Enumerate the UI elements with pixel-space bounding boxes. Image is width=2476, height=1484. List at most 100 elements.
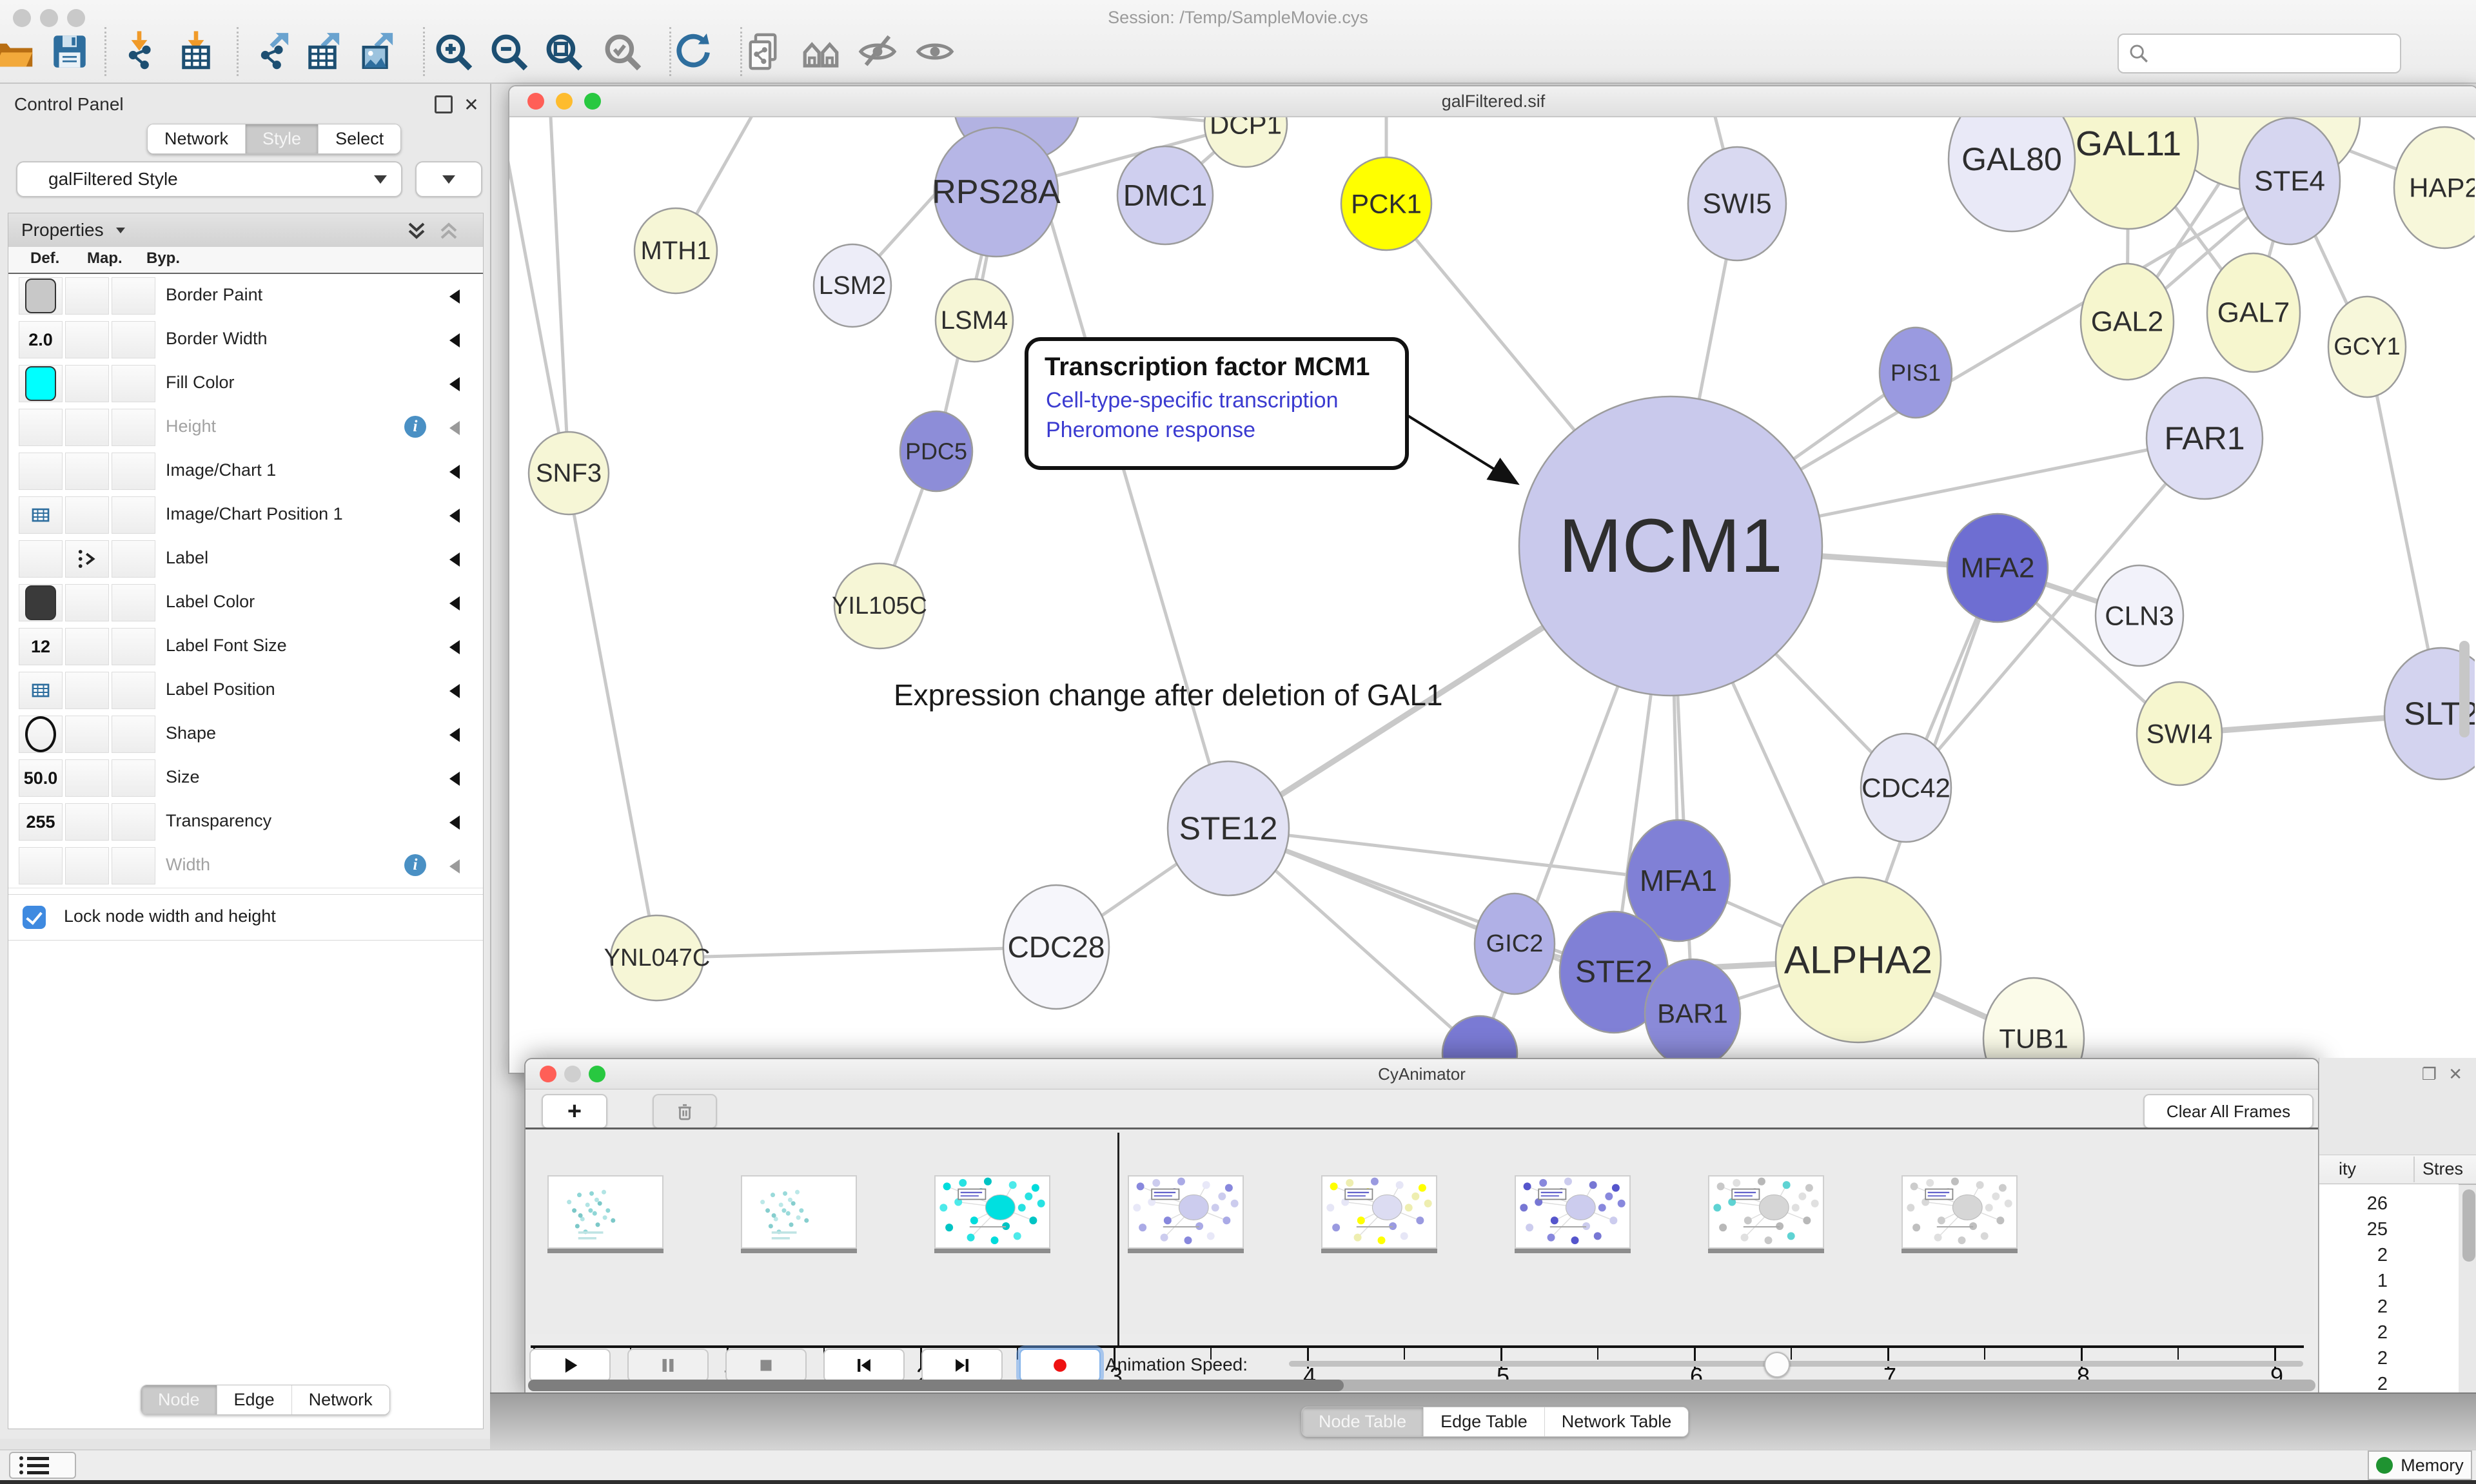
bypass-value-cell[interactable] (112, 584, 155, 621)
table-cell-value[interactable]: 26 (2367, 1193, 2388, 1215)
network-node-LSM4[interactable]: LSM4 (936, 279, 1013, 362)
refresh-icon[interactable] (670, 28, 716, 75)
tab-node-table[interactable]: Node Table (1302, 1407, 1424, 1436)
default-value-cell[interactable] (19, 496, 63, 534)
frame-thumbnail-4[interactable] (1321, 1175, 1437, 1249)
network-node-GAL2[interactable]: GAL2 (2081, 264, 2174, 380)
expand-property-icon[interactable] (449, 728, 460, 742)
network-node-SNF3[interactable]: SNF3 (529, 432, 609, 514)
mapping-value-cell[interactable] (65, 716, 109, 753)
mapping-value-cell[interactable] (65, 365, 109, 402)
table-column-ity[interactable]: ity (2339, 1159, 2356, 1179)
property-row-label-font-size[interactable]: 12Label Font Size (8, 625, 483, 669)
network-node-CLN3[interactable]: CLN3 (2096, 565, 2183, 666)
bypass-value-cell[interactable] (112, 277, 155, 315)
network-node-GAL7[interactable]: GAL7 (2207, 253, 2300, 372)
frame-thumbnail-5[interactable] (1515, 1175, 1631, 1249)
network-node-ALPHA2[interactable]: ALPHA2 (1776, 877, 1941, 1042)
property-row-image-chart-position-1[interactable]: Image/Chart Position 1 (8, 493, 483, 538)
default-value-cell[interactable] (19, 584, 63, 621)
network-node-CDC42[interactable]: CDC42 (1861, 734, 1951, 842)
expand-property-icon[interactable] (449, 596, 460, 610)
annotation-link[interactable]: Cell-type-specific transcription (1046, 388, 1339, 413)
open-folder-icon[interactable] (0, 28, 36, 75)
save-icon[interactable] (46, 28, 93, 75)
default-value-cell[interactable]: 255 (19, 803, 63, 841)
bypass-value-cell[interactable] (112, 847, 155, 884)
network-node-GIC2[interactable]: GIC2 (1475, 893, 1555, 994)
property-row-fill-color[interactable]: Fill Color (8, 362, 483, 406)
network-node-MFA2[interactable]: MFA2 (1947, 514, 2048, 622)
next-frame-button[interactable] (921, 1349, 1003, 1382)
network-node-YNL047C[interactable]: YNL047C (604, 915, 711, 1001)
tab-select[interactable]: Select (319, 124, 400, 153)
network-node-MTH1[interactable]: MTH1 (634, 208, 717, 293)
bypass-value-cell[interactable] (112, 716, 155, 753)
bypass-value-cell[interactable] (112, 453, 155, 490)
mapping-value-cell[interactable] (65, 496, 109, 534)
mapping-value-cell[interactable] (65, 759, 109, 797)
cyanimator-titlebar[interactable]: CyAnimator (526, 1059, 2318, 1089)
zoom-fit-icon[interactable] (540, 28, 587, 75)
zoom-in-icon[interactable] (430, 28, 477, 75)
default-value-cell[interactable] (19, 453, 63, 490)
collapse-all-icon[interactable] (438, 220, 460, 242)
table-scrollbar[interactable] (2462, 1189, 2475, 1262)
expand-property-icon[interactable] (449, 640, 460, 654)
mapping-value-cell[interactable] (65, 584, 109, 621)
zoom-selected-icon[interactable] (599, 28, 645, 75)
default-value-cell[interactable]: 50.0 (19, 759, 63, 797)
frame-thumbnail-0[interactable] (547, 1175, 663, 1249)
frame-thumbnail-3[interactable] (1128, 1175, 1244, 1249)
close-panel-icon[interactable]: ✕ (2448, 1064, 2462, 1084)
network-node-GCY1[interactable]: GCY1 (2328, 297, 2406, 397)
expand-property-icon[interactable] (449, 333, 460, 347)
default-value-cell[interactable] (19, 277, 63, 315)
speed-slider-thumb[interactable] (1764, 1352, 1790, 1378)
network-node-BAR1[interactable]: BAR1 (1645, 959, 1740, 1068)
frame-thumbnail-1[interactable] (741, 1175, 857, 1249)
stop-button[interactable] (725, 1349, 807, 1382)
mapping-value-cell[interactable] (65, 540, 109, 578)
bypass-value-cell[interactable] (112, 496, 155, 534)
prev-frame-button[interactable] (823, 1349, 905, 1382)
memory-button[interactable]: Memory (2368, 1450, 2472, 1480)
network-window-titlebar[interactable]: galFiltered.sif (509, 86, 2476, 117)
default-value-cell[interactable] (19, 672, 63, 709)
expand-property-icon[interactable] (449, 509, 460, 523)
network-scrollbar[interactable] (2459, 641, 2470, 737)
default-value-cell[interactable] (19, 540, 63, 578)
mapping-value-cell[interactable] (65, 847, 109, 884)
table-cell-value[interactable]: 2 (2377, 1245, 2388, 1266)
style-selector[interactable]: galFiltered Style (16, 161, 402, 197)
export-table-icon[interactable] (299, 28, 346, 75)
mapping-value-cell[interactable] (65, 628, 109, 665)
tab-style[interactable]: Style (246, 124, 319, 153)
default-value-cell[interactable] (19, 847, 63, 884)
property-row-label-position[interactable]: Label Position (8, 669, 483, 713)
bypass-value-cell[interactable] (112, 803, 155, 841)
lock-size-checkbox[interactable] (23, 906, 46, 929)
animation-timeline[interactable]: 0123456789Seconds (527, 1129, 2314, 1334)
network-node-PCK1[interactable]: PCK1 (1341, 157, 1431, 250)
property-row-label-color[interactable]: Label Color (8, 581, 483, 625)
record-button[interactable] (1019, 1349, 1101, 1382)
network-node-RPS28A[interactable]: RPS28A (932, 128, 1061, 257)
tab-network[interactable]: Network (148, 124, 246, 153)
bypass-value-cell[interactable] (112, 672, 155, 709)
float-panel-icon[interactable] (435, 95, 453, 113)
export-image-icon[interactable] (353, 28, 399, 75)
bypass-value-cell[interactable] (112, 321, 155, 358)
default-value-cell[interactable] (19, 409, 63, 446)
expand-property-icon[interactable] (449, 859, 460, 874)
import-table-icon[interactable] (173, 28, 219, 75)
network-node-CDC28[interactable]: CDC28 (1003, 885, 1109, 1009)
show-all-icon[interactable] (912, 28, 958, 75)
network-node-GAL80[interactable]: GAL80 (1949, 117, 2075, 231)
expand-property-icon[interactable] (449, 552, 460, 567)
network-node-LSM2[interactable]: LSM2 (814, 244, 891, 327)
expand-all-icon[interactable] (406, 220, 427, 242)
property-row-size[interactable]: 50.0Size (8, 756, 483, 801)
table-cell-value[interactable]: 1 (2377, 1271, 2388, 1292)
timeline-playhead[interactable] (1117, 1133, 1119, 1345)
